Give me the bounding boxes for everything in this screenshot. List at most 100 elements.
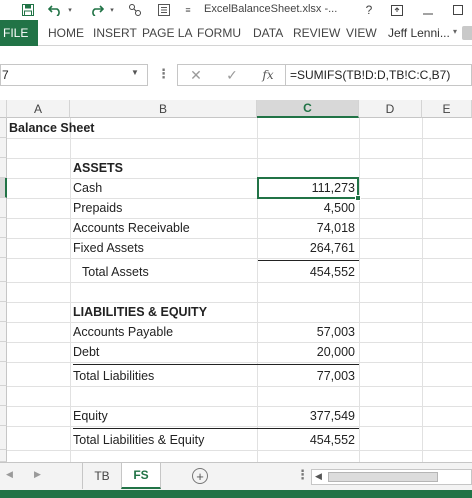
horizontal-scrollbar[interactable]: ◀ (311, 469, 472, 485)
help-button[interactable]: ? (357, 0, 381, 20)
liability-label-cell[interactable]: Debt (73, 342, 99, 362)
gridline (359, 118, 360, 462)
asset-label-cell[interactable]: Cash (73, 178, 102, 198)
gridline (70, 118, 71, 462)
row-header[interactable] (0, 138, 7, 158)
column-header-d[interactable]: D (359, 100, 422, 118)
worksheet-grid[interactable]: A B C D E Balance Sheet ASSETS Cash 111,… (0, 100, 472, 462)
row-header[interactable] (0, 258, 7, 282)
insert-function-icon[interactable]: fx (258, 66, 278, 84)
scrollbar-thumb[interactable] (328, 472, 438, 482)
row-header[interactable] (0, 282, 7, 302)
row-header[interactable] (0, 158, 7, 178)
user-avatar[interactable] (462, 26, 472, 40)
customize-toolbar-icon[interactable]: ≡ (182, 0, 194, 20)
window-title: ExcelBalanceSheet.xlsx -... (204, 3, 338, 15)
row-header[interactable] (0, 302, 7, 322)
active-cell-border (257, 177, 359, 199)
row-header[interactable] (0, 238, 7, 258)
formula-bar-buttons: ✕ ✓ fx (177, 64, 285, 86)
asset-value-cell[interactable]: 74,018 (258, 218, 359, 238)
column-header-a[interactable]: A (7, 100, 70, 118)
gridline (7, 138, 472, 139)
select-all-corner[interactable] (0, 100, 7, 118)
name-box[interactable]: 7 (0, 64, 148, 86)
liability-label-cell[interactable]: Accounts Payable (73, 322, 173, 342)
liability-value-cell[interactable]: 20,000 (258, 342, 359, 362)
gridline (7, 362, 472, 363)
liabilities-header-cell[interactable]: LIABILITIES & EQUITY (73, 302, 207, 322)
sheet-tab-tb[interactable]: TB (82, 463, 122, 489)
restore-icon[interactable] (446, 0, 470, 20)
asset-value-cell[interactable]: 264,761 (258, 238, 359, 258)
equity-value-cell[interactable]: 377,549 (258, 406, 359, 426)
more-options-icon[interactable]: ⋮ (157, 66, 170, 82)
asset-label-cell[interactable]: Accounts Receivable (73, 218, 190, 238)
save-icon[interactable] (20, 0, 36, 20)
column-header-c[interactable]: C (257, 100, 359, 118)
format-painter-icon[interactable] (126, 0, 144, 20)
total-liabilities-equity-label-cell[interactable]: Total Liabilities & Equity (73, 430, 204, 450)
row-header[interactable] (0, 386, 7, 406)
gridline (422, 118, 423, 462)
tab-insert[interactable]: INSERT (93, 20, 137, 46)
column-header-e[interactable]: E (422, 100, 472, 118)
asset-label-cell[interactable]: Prepaids (73, 198, 122, 218)
formula-input[interactable]: =SUMIFS(TB!D:D,TB!C:C,B7) (285, 64, 472, 86)
assets-header-cell[interactable]: ASSETS (73, 158, 123, 178)
title-bar: ▾ ▾ ≡ ExcelBalanceSheet.xlsx -... ? (0, 0, 472, 20)
row-header[interactable] (0, 322, 7, 342)
new-sheet-icon[interactable]: + (192, 468, 208, 484)
user-account[interactable]: Jeff Lenni... (388, 20, 450, 46)
sheet-tab-fs[interactable]: FS (121, 463, 161, 489)
total-assets-value-cell[interactable]: 454,552 (258, 262, 359, 282)
column-header-b[interactable]: B (70, 100, 257, 118)
row-header[interactable] (0, 218, 7, 238)
tab-review[interactable]: REVIEW (293, 20, 340, 46)
total-liabilities-label-cell[interactable]: Total Liabilities (73, 366, 154, 386)
row-header[interactable] (0, 450, 7, 462)
total-assets-label-cell[interactable]: Total Assets (82, 262, 149, 282)
gridline (7, 426, 472, 427)
enter-icon[interactable]: ✓ (222, 66, 242, 84)
tab-split-icon[interactable]: ⋮ (296, 467, 309, 483)
user-dropdown-icon[interactable]: ▾ (453, 27, 457, 36)
sheet-title-cell[interactable]: Balance Sheet (9, 118, 94, 138)
row-header[interactable] (0, 426, 7, 450)
redo-icon[interactable] (88, 0, 106, 20)
row-header[interactable] (0, 198, 7, 218)
minimize-icon[interactable] (416, 0, 440, 20)
next-sheet-icon[interactable]: ▶ (34, 469, 41, 480)
scroll-left-icon[interactable]: ◀ (315, 471, 322, 482)
row-header[interactable] (0, 406, 7, 426)
undo-icon[interactable] (46, 0, 64, 20)
cancel-icon[interactable]: ✕ (186, 66, 206, 84)
tab-home[interactable]: HOME (48, 20, 84, 46)
total-liabilities-equity-value-cell[interactable]: 454,552 (258, 430, 359, 450)
asset-label-cell[interactable]: Fixed Assets (73, 238, 144, 258)
liability-value-cell[interactable]: 57,003 (258, 322, 359, 342)
total-liabilities-value-cell[interactable]: 77,003 (258, 366, 359, 386)
tab-view[interactable]: VIEW (346, 20, 377, 46)
tab-formulas[interactable]: FORMU (197, 20, 241, 46)
total-underline (258, 260, 359, 261)
tab-page-layout[interactable]: PAGE LA (142, 20, 192, 46)
row-header[interactable] (0, 118, 7, 138)
ribbon-display-icon[interactable] (385, 0, 409, 20)
form-icon[interactable] (156, 0, 172, 20)
fill-handle[interactable] (355, 195, 361, 201)
undo-dropdown-icon[interactable]: ▾ (66, 0, 74, 20)
redo-dropdown-icon[interactable]: ▾ (108, 0, 116, 20)
row-header[interactable] (0, 342, 7, 362)
prev-sheet-icon[interactable]: ◀ (6, 469, 13, 480)
asset-value-cell[interactable]: 4,500 (258, 198, 359, 218)
row-header-selected[interactable] (0, 178, 7, 198)
total-underline (73, 364, 359, 365)
equity-label-cell[interactable]: Equity (73, 406, 108, 426)
file-tab[interactable]: FILE (0, 20, 38, 46)
gridline (7, 282, 472, 283)
row-header[interactable] (0, 362, 7, 386)
tab-data[interactable]: DATA (253, 20, 283, 46)
ribbon-tabs: FILE HOME INSERT PAGE LA FORMU DATA REVI… (0, 20, 472, 46)
name-box-dropdown-icon[interactable]: ▼ (131, 68, 139, 77)
